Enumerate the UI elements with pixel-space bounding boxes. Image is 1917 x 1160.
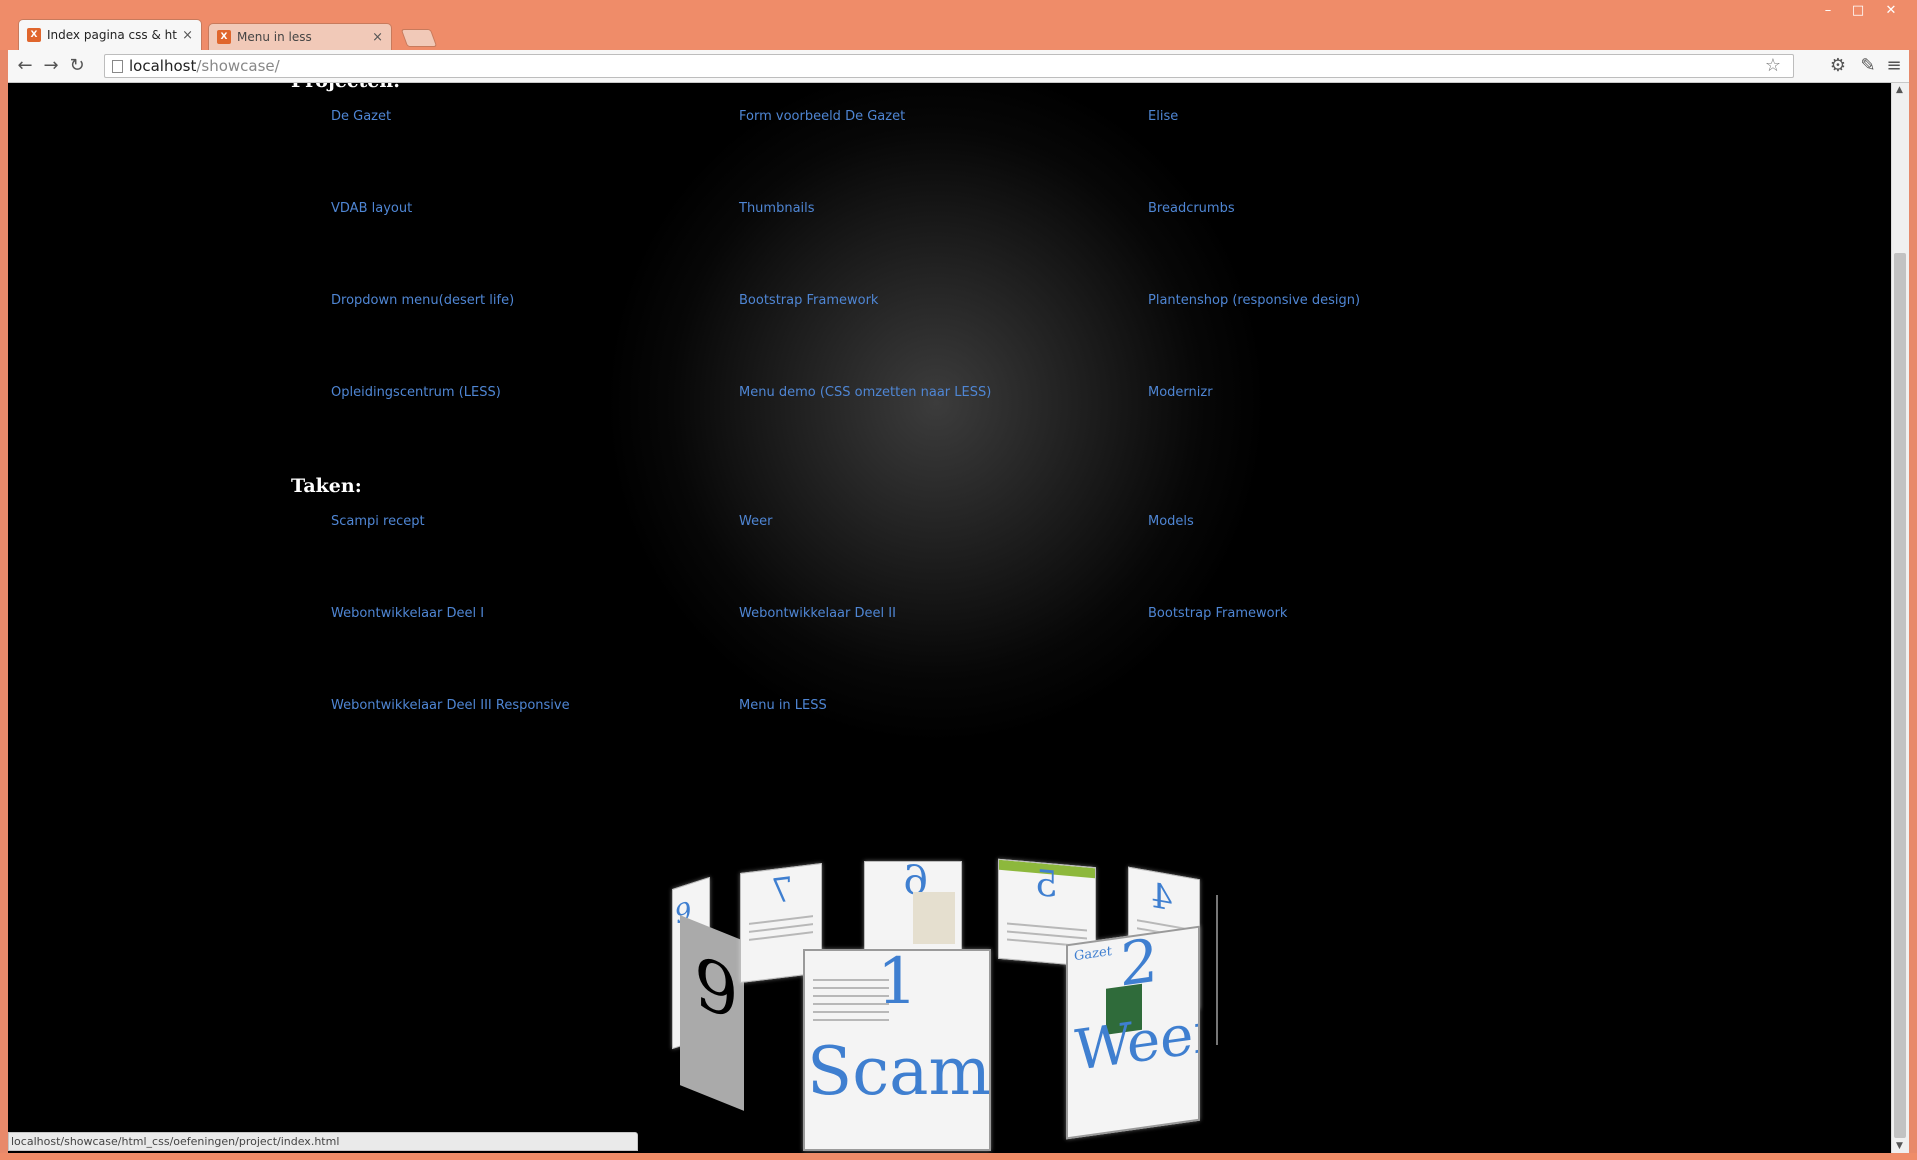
link-models[interactable]: Models xyxy=(1148,514,1194,529)
card-number: 7 xyxy=(771,869,793,913)
browser-toolbar: ← → ↻ localhost/showcase/ ☆ ⚙ ✎ ≡ xyxy=(8,50,1909,83)
window-controls: – □ ✕ xyxy=(1813,0,1909,22)
address-host: localhost xyxy=(129,57,197,75)
link-modernizr[interactable]: Modernizr xyxy=(1148,385,1213,400)
eyedropper-extension-icon[interactable]: ✎ xyxy=(1856,54,1880,78)
card-sub-logo: Gazet xyxy=(1074,943,1112,965)
vertical-scrollbar[interactable]: ▲ ▼ xyxy=(1891,83,1909,1153)
taken-heading: Taken: xyxy=(291,475,362,497)
tab-close-icon[interactable]: × xyxy=(182,28,193,43)
link-menu-in-less[interactable]: Menu in LESS xyxy=(739,698,827,713)
link-weer[interactable]: Weer xyxy=(739,514,772,529)
address-path: /showcase/ xyxy=(196,57,280,75)
link-bootstrap-framework-taak[interactable]: Bootstrap Framework xyxy=(1148,606,1287,621)
carousel-card-6[interactable]: 6 xyxy=(864,861,962,951)
maximize-button[interactable]: □ xyxy=(1843,0,1873,22)
scroll-down-arrow-icon[interactable]: ▼ xyxy=(1896,1141,1903,1151)
page-viewport: Projecten: De Gazet Form voorbeeld De Ga… xyxy=(8,83,1891,1153)
link-opleidingscentrum[interactable]: Opleidingscentrum (LESS) xyxy=(331,385,501,400)
gear-icon[interactable]: ⚙ xyxy=(1826,54,1850,78)
new-tab-button[interactable] xyxy=(400,29,438,47)
minimize-button[interactable]: – xyxy=(1813,0,1843,22)
address-bar[interactable]: localhost/showcase/ ☆ xyxy=(104,54,1794,78)
tab-title: Menu in less xyxy=(237,30,312,44)
link-webontwikkelaar-1[interactable]: Webontwikkelaar Deel I xyxy=(331,606,484,621)
menu-hamburger-icon[interactable]: ≡ xyxy=(1882,54,1906,78)
link-bootstrap-framework[interactable]: Bootstrap Framework xyxy=(739,293,878,308)
card-9-back-panel: 9 xyxy=(680,915,744,1111)
card-label: Scamp xyxy=(807,1033,991,1110)
xampp-favicon-icon: X xyxy=(217,30,231,44)
carousel-card-1-scampi[interactable]: 1 Scamp xyxy=(803,949,991,1151)
reload-icon[interactable]: ↻ xyxy=(66,55,88,77)
link-breadcrumbs[interactable]: Breadcrumbs xyxy=(1148,201,1235,216)
tab-strip: X Index pagina css & html × X Menu in le… xyxy=(18,19,438,50)
projecten-heading: Projecten: xyxy=(291,83,400,92)
tab-close-icon[interactable]: × xyxy=(372,30,383,45)
close-window-button[interactable]: ✕ xyxy=(1873,0,1909,22)
tab-index-pagina[interactable]: X Index pagina css & html × xyxy=(18,19,202,50)
back-arrow-icon[interactable]: ← xyxy=(14,55,36,77)
link-thumbnails[interactable]: Thumbnails xyxy=(739,201,815,216)
link-webontwikkelaar-2[interactable]: Webontwikkelaar Deel II xyxy=(739,606,896,621)
xampp-favicon-icon: X xyxy=(27,28,41,42)
card-label: Weer xyxy=(1074,998,1200,1085)
link-menu-demo[interactable]: Menu demo (CSS omzetten naar LESS) xyxy=(739,385,991,400)
card-number: 5 xyxy=(1035,862,1058,906)
link-elise[interactable]: Elise xyxy=(1148,109,1178,124)
scrollbar-thumb[interactable] xyxy=(1894,253,1906,1138)
tab-title: Index pagina css & html xyxy=(47,28,179,42)
card-3-edge xyxy=(1216,895,1218,1045)
link-vdab-layout[interactable]: VDAB layout xyxy=(331,201,412,216)
tab-menu-in-less[interactable]: X Menu in less × xyxy=(208,23,392,50)
scroll-up-arrow-icon[interactable]: ▲ xyxy=(1896,85,1903,95)
status-bar-url: localhost/showcase/html_css/oefeningen/p… xyxy=(8,1132,638,1151)
forward-arrow-icon[interactable]: → xyxy=(40,55,62,77)
card-number: 4 xyxy=(1151,875,1173,920)
link-webontwikkelaar-3[interactable]: Webontwikkelaar Deel III Responsive xyxy=(331,698,570,713)
bookmark-star-icon[interactable]: ☆ xyxy=(1765,55,1781,77)
link-dropdown-menu[interactable]: Dropdown menu(desert life) xyxy=(331,293,514,308)
page-icon xyxy=(112,60,123,73)
link-plantenshop[interactable]: Plantenshop (responsive design) xyxy=(1148,293,1360,308)
carousel-card-2-weer[interactable]: Gazet 2 Weer xyxy=(1066,925,1200,1140)
link-scampi-recept[interactable]: Scampi recept xyxy=(331,514,425,529)
window-titlebar: X Index pagina css & html × X Menu in le… xyxy=(0,0,1917,50)
link-de-gazet[interactable]: De Gazet xyxy=(331,109,391,124)
window-bottom-border xyxy=(0,1153,1917,1160)
link-form-voorbeeld[interactable]: Form voorbeeld De Gazet xyxy=(739,109,905,124)
